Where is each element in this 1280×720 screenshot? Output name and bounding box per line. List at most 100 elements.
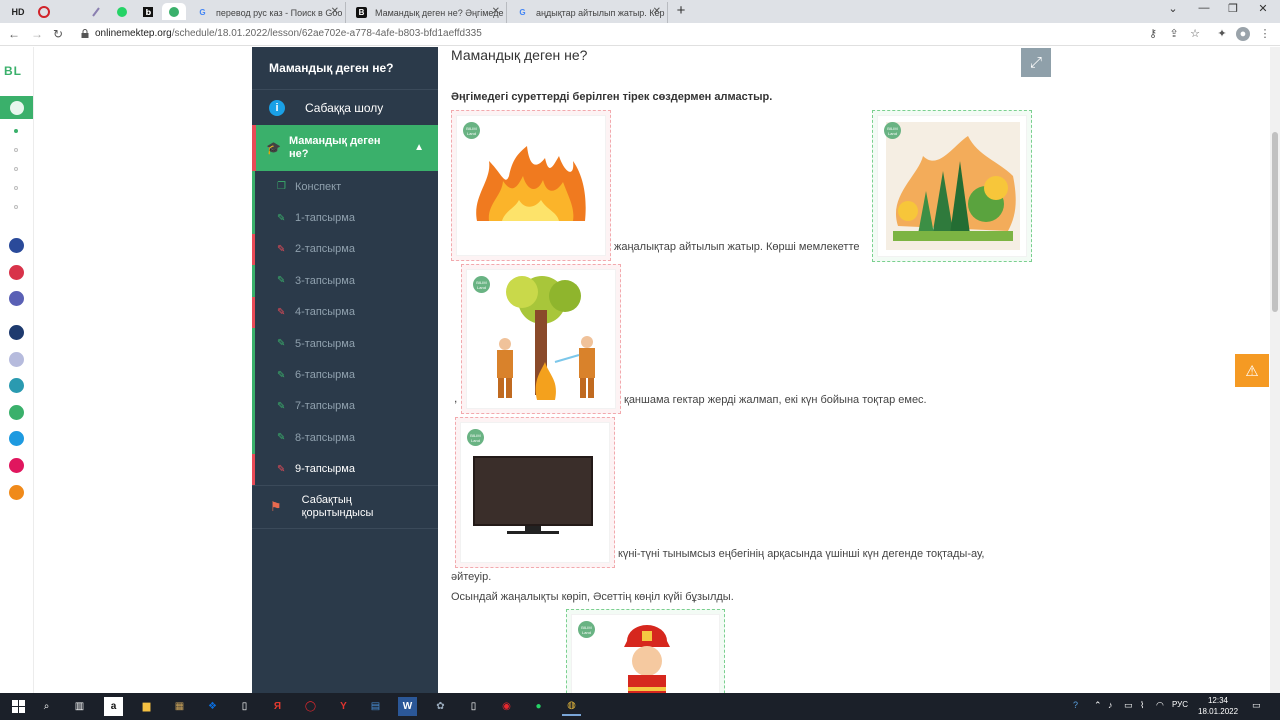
yandex-browser-icon[interactable]: Я bbox=[268, 697, 287, 716]
pinned-tab-blank[interactable] bbox=[58, 3, 82, 20]
rail-app-icon[interactable] bbox=[9, 431, 24, 446]
volume-icon[interactable]: ♪ bbox=[1108, 700, 1113, 710]
pinned-tab-hd[interactable]: HD bbox=[6, 3, 30, 20]
wifi-icon[interactable]: ◠ bbox=[1156, 700, 1164, 711]
word-icon[interactable]: W bbox=[398, 697, 417, 716]
sidebar-item-overview[interactable]: i Сабаққа шолу bbox=[252, 89, 438, 125]
whatsapp-icon[interactable]: ● bbox=[529, 697, 548, 716]
new-tab-button[interactable]: + bbox=[673, 2, 689, 20]
sidebar-item-task[interactable]: ✎ 8-тапсырма bbox=[252, 422, 438, 454]
rail-dot[interactable] bbox=[14, 148, 18, 152]
rail-app-icon[interactable] bbox=[9, 352, 24, 367]
close-tab-icon[interactable]: ✕ bbox=[653, 6, 661, 17]
rail-dot[interactable] bbox=[14, 205, 18, 209]
rail-app-icon[interactable] bbox=[9, 291, 24, 306]
sidebar-item-task[interactable]: ✎ 1-тапсырма bbox=[252, 202, 438, 234]
share-icon[interactable]: ⇪ bbox=[1167, 27, 1181, 41]
tab-lesson[interactable]: B Мамандық деген не? Әңгімеде ✕ bbox=[347, 2, 507, 23]
help-icon[interactable]: ? bbox=[1073, 700, 1078, 710]
sidebar-item-task[interactable]: ✎ 7-тапсырма bbox=[252, 390, 438, 423]
forward-icon[interactable]: → bbox=[29, 26, 45, 42]
pinned-tab-pen-icon[interactable] bbox=[84, 3, 108, 20]
drop-zone-forest-fire[interactable]: BILIM Land bbox=[872, 110, 1032, 262]
drop-zone-fire[interactable]: BILIM Land bbox=[451, 110, 611, 261]
restore-icon[interactable]: ❐ bbox=[1226, 2, 1240, 15]
tab-search-icon[interactable]: ⌄ bbox=[1166, 2, 1180, 15]
close-tab-icon[interactable]: ✕ bbox=[331, 6, 339, 17]
reload-icon[interactable]: ↻ bbox=[50, 26, 66, 42]
rail-app-icon[interactable] bbox=[9, 485, 24, 500]
drop-zone-firefighters[interactable]: BILIM Land bbox=[461, 264, 621, 414]
sidebar-item-task[interactable]: ✎ 9-тапсырма bbox=[252, 453, 438, 485]
calculator-icon[interactable]: ▤ bbox=[366, 697, 385, 716]
profile-avatar[interactable]: ● bbox=[1236, 27, 1250, 41]
close-window-icon[interactable]: ✕ bbox=[1256, 2, 1270, 15]
back-icon[interactable]: ← bbox=[6, 26, 22, 42]
rail-app-icon[interactable] bbox=[9, 238, 24, 253]
image-card-forest-fire[interactable]: BILIM Land bbox=[877, 115, 1027, 257]
star-icon[interactable]: ☆ bbox=[1188, 27, 1202, 41]
chrome-icon[interactable]: ◍ bbox=[562, 697, 581, 716]
document-icon[interactable]: ▯ bbox=[235, 697, 254, 716]
sidebar-item-task[interactable]: ✎ 3-тапсырма bbox=[252, 265, 438, 297]
browser-toolbar: ← → ↻ onlinemektep.org/schedule/18.01.20… bbox=[0, 23, 1280, 46]
chevron-up-icon[interactable]: ▲ bbox=[414, 141, 424, 154]
sidebar-item-task[interactable]: ✎ 5-тапсырма bbox=[252, 327, 438, 360]
network-icon[interactable]: ⌇ bbox=[1140, 700, 1144, 711]
sidebar-item-task[interactable]: ❐ Конспект bbox=[252, 171, 438, 203]
scrollbar-thumb[interactable] bbox=[1272, 132, 1278, 312]
rail-dot[interactable] bbox=[14, 129, 18, 133]
sidebar-item-task[interactable]: ✎ 4-тапсырма bbox=[252, 296, 438, 328]
task-view-icon[interactable]: ▥ bbox=[70, 697, 89, 716]
image-card-firefighter-boy[interactable]: BILIM Land bbox=[571, 614, 720, 693]
menu-icon[interactable]: ⋮ bbox=[1258, 27, 1272, 41]
pinned-tab-b-icon[interactable]: b bbox=[136, 3, 160, 20]
dropbox-icon[interactable]: ❖ bbox=[203, 697, 222, 716]
settings-app-icon[interactable]: ✿ bbox=[431, 697, 450, 716]
rail-app-icon[interactable] bbox=[9, 265, 24, 280]
tab-google-search-2[interactable]: G аңдықтар айтылып жатыр. Кер ✕ bbox=[508, 2, 668, 23]
tray-chevron-icon[interactable]: ⌃ bbox=[1094, 700, 1102, 711]
close-tab-icon[interactable]: ✕ bbox=[492, 6, 500, 17]
sidebar-item-summary[interactable]: ⚑ Сабақтың қорытындысы bbox=[252, 484, 438, 529]
fullscreen-button[interactable]: ⤢ bbox=[1021, 48, 1051, 77]
pinned-tab-opera-icon[interactable] bbox=[32, 3, 56, 20]
tab-google-search[interactable]: G перевод рус каз - Поиск в Goo ✕ bbox=[188, 2, 346, 23]
image-card-firefighters[interactable]: BILIM Land bbox=[466, 269, 616, 409]
rail-dot[interactable] bbox=[14, 186, 18, 190]
drop-zone-firefighter-boy[interactable]: BILIM Land bbox=[566, 609, 725, 693]
notifications-icon[interactable]: ▭ bbox=[1252, 700, 1261, 711]
store-icon[interactable]: ▦ bbox=[170, 697, 189, 716]
sidebar-item-task[interactable]: ✎ 2-тапсырма bbox=[252, 233, 438, 266]
report-issue-button[interactable]: ⚠ bbox=[1235, 354, 1269, 387]
language-indicator[interactable]: РУС bbox=[1172, 700, 1188, 709]
opera-gx-icon[interactable]: ◉ bbox=[497, 697, 516, 716]
pinned-tab-onlinemektep-icon[interactable] bbox=[162, 3, 186, 20]
windows-start-icon[interactable] bbox=[12, 700, 25, 713]
rail-item-onlinemektep[interactable] bbox=[0, 96, 33, 119]
sidebar-item-active-lesson[interactable]: 🎓 Мамандық деген не? ▲ bbox=[252, 125, 438, 171]
address-bar[interactable]: onlinemektep.org/schedule/18.01.2022/les… bbox=[95, 28, 482, 39]
opera-icon[interactable]: ◯ bbox=[301, 697, 320, 716]
rail-app-icon[interactable] bbox=[9, 458, 24, 473]
image-card-tv[interactable]: BILIM Land bbox=[460, 422, 610, 563]
minimize-icon[interactable]: — bbox=[1197, 2, 1211, 14]
search-icon[interactable]: ⌕ bbox=[37, 697, 56, 716]
drop-zone-tv[interactable]: BILIM Land bbox=[455, 417, 615, 568]
system-clock[interactable]: 12:34 18.01.2022 bbox=[1198, 695, 1238, 717]
sidebar-item-task[interactable]: ✎ 6-тапсырма bbox=[252, 359, 438, 391]
extensions-icon[interactable]: ✦ bbox=[1215, 27, 1229, 41]
amazon-icon[interactable]: a bbox=[104, 697, 123, 716]
yandex-icon[interactable]: Y bbox=[334, 697, 353, 716]
rail-app-icon[interactable] bbox=[9, 325, 24, 340]
rail-app-icon[interactable] bbox=[9, 378, 24, 393]
key-icon[interactable]: ⚷ bbox=[1146, 27, 1160, 41]
image-card-fire[interactable]: BILIM Land bbox=[456, 115, 606, 256]
pinned-tab-whatsapp-icon[interactable] bbox=[110, 3, 134, 20]
display-icon[interactable]: ▭ bbox=[1124, 700, 1133, 711]
rail-dot[interactable] bbox=[14, 167, 18, 171]
folder-icon[interactable]: ▆ bbox=[137, 697, 156, 716]
sidebar-item-label: 4-тапсырма bbox=[295, 306, 355, 319]
file-icon[interactable]: ▯ bbox=[464, 697, 483, 716]
rail-app-icon[interactable] bbox=[9, 405, 24, 420]
